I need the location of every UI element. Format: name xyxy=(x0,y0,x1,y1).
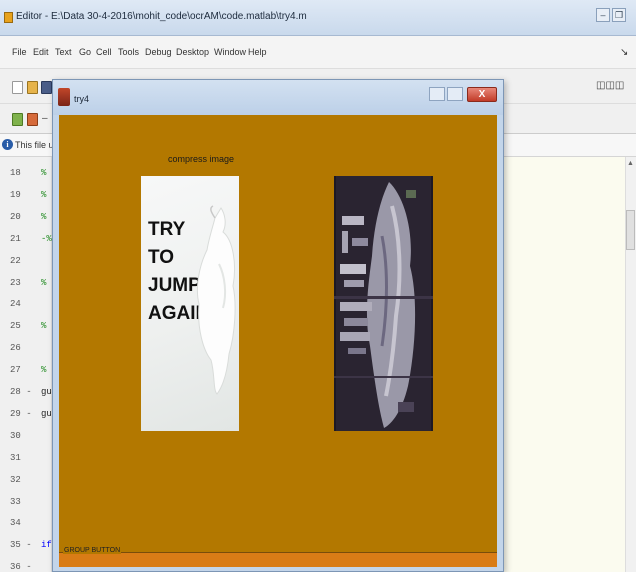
cell-run-icon[interactable] xyxy=(27,113,38,126)
line-number: 24 xyxy=(10,299,21,310)
matlab-figure-icon xyxy=(58,88,70,106)
code-line[interactable]: if xyxy=(41,540,52,550)
line-number: 26 xyxy=(10,343,21,354)
cell-eval-icon[interactable] xyxy=(12,113,23,126)
menu-edit[interactable]: Edit xyxy=(33,47,49,57)
figure-maximize-button[interactable] xyxy=(447,87,463,101)
figure-minimize-button[interactable] xyxy=(429,87,445,101)
code-line[interactable]: % xyxy=(41,168,46,178)
new-file-icon[interactable] xyxy=(12,81,23,94)
editor-titlebar: Editor - E:\Data 30-4-2016\mohit_code\oc… xyxy=(0,0,636,36)
line-number: 31 xyxy=(10,452,21,463)
restore-icon[interactable]: ❐ xyxy=(612,8,626,22)
info-icon: i xyxy=(2,139,13,150)
editor-menubar: File Edit Text Go Cell Tools Debug Deskt… xyxy=(0,36,636,69)
figure-titlebar[interactable]: try4 X xyxy=(53,80,503,115)
original-image: TRY TO JUMP AGAIN xyxy=(141,176,239,431)
menu-go[interactable]: Go xyxy=(79,47,91,57)
figure-window: try4 X compress image TRY TO JUMP AGAIN xyxy=(52,79,504,572)
line-number: 35 - xyxy=(10,540,32,551)
open-folder-icon[interactable] xyxy=(27,81,38,94)
figure-title: try4 xyxy=(74,94,90,104)
line-number: 20 xyxy=(10,211,21,222)
menu-file[interactable]: File xyxy=(12,47,27,57)
group-button-label: GROUP BUTTON xyxy=(63,547,122,554)
undock-arrow-icon[interactable]: ↘ xyxy=(620,47,628,58)
save-icon[interactable] xyxy=(41,81,52,94)
line-number: 19 xyxy=(10,189,21,200)
layout-tile-icon[interactable]: ◫◫◫ xyxy=(596,80,624,91)
line-number: 30 xyxy=(10,430,21,441)
editor-title: Editor - E:\Data 30-4-2016\mohit_code\oc… xyxy=(16,11,307,22)
line-number: 21 xyxy=(10,233,21,244)
minimize-icon[interactable]: – xyxy=(596,8,610,22)
menu-desktop[interactable]: Desktop xyxy=(176,47,209,57)
menu-window[interactable]: Window xyxy=(214,47,246,57)
line-number: 33 xyxy=(10,496,21,507)
line-number: 23 xyxy=(10,277,21,288)
menu-tools[interactable]: Tools xyxy=(118,47,139,57)
decrement-icon[interactable]: – xyxy=(42,113,48,124)
menu-cell[interactable]: Cell xyxy=(96,47,112,57)
compressed-image xyxy=(334,176,433,431)
line-number: 29 - xyxy=(10,408,32,419)
group-button-panel: GROUP BUTTON xyxy=(59,547,497,567)
line-number: 36 - xyxy=(10,562,32,572)
menu-help[interactable]: Help xyxy=(248,47,267,57)
line-number: 18 xyxy=(10,168,21,178)
menu-text[interactable]: Text xyxy=(55,47,72,57)
figure-close-button[interactable]: X xyxy=(467,87,497,102)
scrollbar-thumb[interactable] xyxy=(626,210,635,250)
goat-illustration xyxy=(196,205,236,395)
line-number: 32 xyxy=(10,474,21,485)
compress-image-heading: compress image xyxy=(168,154,235,164)
code-line[interactable]: % xyxy=(41,212,46,222)
code-line[interactable]: % xyxy=(41,190,46,200)
scroll-up-icon[interactable]: ▲ xyxy=(627,160,634,167)
line-number: 27 xyxy=(10,365,21,376)
line-number: 22 xyxy=(10,255,21,266)
menu-debug[interactable]: Debug xyxy=(145,47,172,57)
matlab-editor-icon xyxy=(4,12,13,23)
line-number: 25 xyxy=(10,321,21,332)
line-number: 34 xyxy=(10,518,21,529)
line-number: 28 - xyxy=(10,387,32,397)
figure-canvas: compress image TRY TO JUMP AGAIN GROUP B… xyxy=(59,115,497,567)
